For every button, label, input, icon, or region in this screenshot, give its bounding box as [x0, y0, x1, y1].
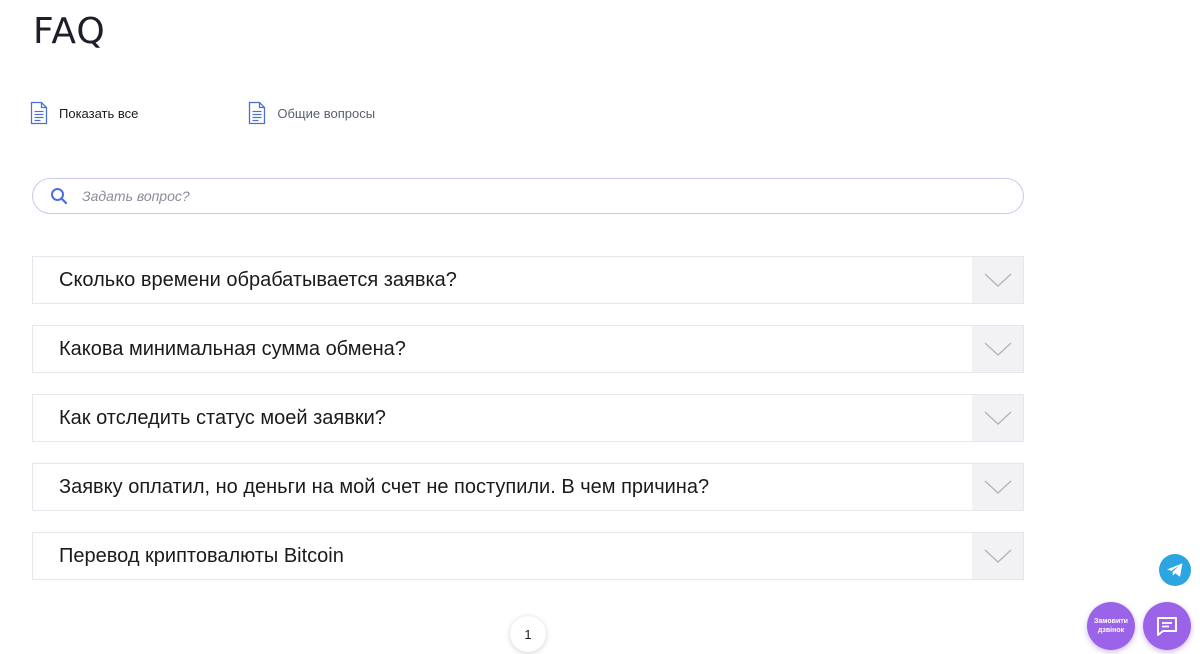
faq-toggle-button[interactable] — [972, 257, 1023, 303]
chevron-down-icon — [984, 273, 1011, 287]
faq-toggle-button[interactable] — [972, 395, 1023, 441]
faq-item[interactable]: Какова минимальная сумма обмена? — [32, 325, 1024, 373]
chevron-down-icon — [984, 480, 1011, 494]
faq-item[interactable]: Заявку оплатил, но деньги на мой счет не… — [32, 463, 1024, 511]
faq-toggle-button[interactable] — [972, 533, 1023, 579]
faq-filter-tabs: Показать все Общие вопросы — [30, 100, 375, 126]
faq-item[interactable]: Сколько времени обрабатывается заявка? — [32, 256, 1024, 304]
faq-list: Сколько времени обрабатывается заявка? К… — [32, 256, 1024, 601]
document-icon — [249, 101, 266, 125]
faq-question[interactable]: Перевод криптовалюты Bitcoin — [33, 533, 972, 579]
chevron-down-icon — [984, 411, 1011, 425]
faq-toggle-button[interactable] — [972, 464, 1023, 510]
page-title: FAQ — [33, 11, 106, 52]
filter-tab-general-questions[interactable]: Общие вопросы — [248, 100, 375, 126]
chat-button[interactable] — [1143, 602, 1191, 650]
callback-request-button[interactable]: Замовити дзвінок — [1087, 602, 1135, 650]
faq-toggle-button[interactable] — [972, 326, 1023, 372]
chevron-down-icon — [984, 342, 1011, 356]
faq-item[interactable]: Как отследить статус моей заявки? — [32, 394, 1024, 442]
faq-item[interactable]: Перевод криптовалюты Bitcoin — [32, 532, 1024, 580]
faq-question[interactable]: Заявку оплатил, но деньги на мой счет не… — [33, 464, 972, 510]
document-icon — [30, 101, 48, 125]
chat-icon — [1157, 617, 1177, 636]
faq-question[interactable]: Сколько времени обрабатывается заявка? — [33, 257, 972, 303]
search-input[interactable] — [80, 180, 1023, 212]
telegram-button[interactable] — [1159, 554, 1191, 586]
faq-question[interactable]: Какова минимальная сумма обмена? — [33, 326, 972, 372]
pagination-page-button[interactable]: 1 — [510, 616, 546, 652]
filter-tab-label: Общие вопросы — [277, 105, 376, 121]
search-box — [32, 178, 1024, 214]
filter-tab-label: Показать все — [59, 105, 139, 121]
faq-question[interactable]: Как отследить статус моей заявки? — [33, 395, 972, 441]
telegram-icon — [1167, 563, 1183, 577]
callback-request-label: Замовити дзвінок — [1094, 618, 1128, 634]
chevron-down-icon — [984, 549, 1011, 563]
search-icon[interactable] — [50, 187, 68, 205]
filter-tab-show-all[interactable]: Показать все — [30, 100, 138, 126]
